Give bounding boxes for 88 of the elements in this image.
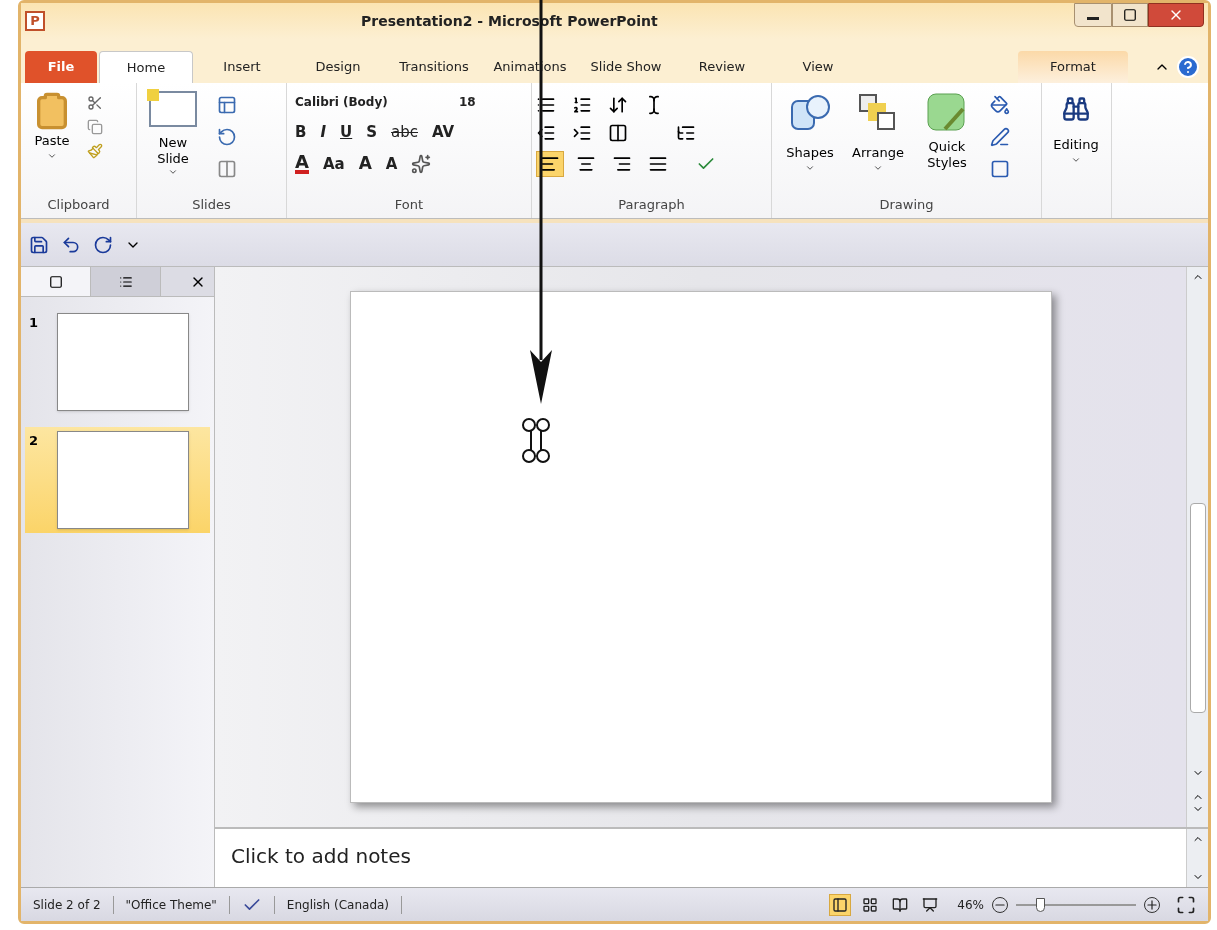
language-label[interactable]: English (Canada) [273,895,403,914]
font-format-button[interactable]: S [366,120,378,144]
align-text-icon[interactable] [676,123,696,143]
help-icon[interactable] [1176,55,1200,79]
font-format-button[interactable]: Aa [322,152,345,176]
save-icon[interactable] [29,234,49,255]
copy-icon[interactable] [87,119,103,135]
theme-name[interactable]: "Office Theme" [113,895,230,914]
group-label: Font [393,195,425,214]
notes-scrollbar[interactable] [1186,829,1208,887]
slide-number: 2 [29,432,40,450]
layout-icon[interactable] [217,95,237,115]
ribbon-tab[interactable]: Review [675,51,769,83]
vertical-scrollbar[interactable] [1186,267,1208,827]
align-icon [612,154,632,174]
minimize-button[interactable] [1074,3,1112,27]
editing-button[interactable]: Editing [1046,91,1106,195]
zoom-slider[interactable] [1016,897,1136,912]
minimize-icon [1087,16,1099,20]
app-icon[interactable]: P [25,11,45,31]
undo-icon[interactable] [61,234,81,255]
ribbon-tab[interactable]: View [771,51,865,83]
quick-styles-button[interactable]: Quick Styles [912,91,982,195]
align-icon [648,154,668,174]
bullets-icon[interactable] [536,95,556,115]
reset-icon[interactable] [217,127,237,147]
normal-view-icon[interactable] [829,893,852,916]
zoom-thumb[interactable] [1036,897,1045,912]
numbering-icon[interactable] [572,95,592,115]
font-format-button[interactable]: AV [432,120,455,144]
redo-icon[interactable] [93,234,113,255]
maximize-icon [1123,8,1137,22]
panel-tab[interactable] [21,267,91,296]
slide-number: 1 [29,314,40,332]
align-icon [576,154,596,174]
ribbon-tab[interactable]: Slide Show [579,51,673,83]
new-slide-button[interactable]: New Slide [141,91,205,195]
ribbon-tab[interactable]: Format [1018,51,1128,83]
slide-thumbnail-row[interactable]: 2 [25,427,210,533]
close-button[interactable] [1148,3,1204,27]
notes-field[interactable]: Click to add notes [215,829,1186,887]
view-icon [892,896,909,913]
shape-effects-icon[interactable] [990,159,1010,179]
slides-tab-icon [48,274,63,289]
columns-icon[interactable] [608,123,628,143]
arrange-button[interactable]: Arrange [844,91,912,195]
shape-fill-icon[interactable] [990,95,1010,115]
binoculars-icon [1062,95,1090,123]
font-format-button[interactable]: A [295,154,309,174]
ribbon-tab[interactable]: Home [99,51,193,83]
shapes-button[interactable]: Shapes [776,91,844,195]
decrease-indent-icon[interactable] [536,123,556,143]
group-label: Clipboard [46,195,111,214]
paste-button[interactable]: Paste [25,91,79,195]
ribbon-tab[interactable]: Insert [195,51,289,83]
font-format-button[interactable]: U [340,120,353,144]
font-size-dropdown[interactable]: 18 [455,91,505,113]
font-name-dropdown[interactable]: Calibri (Body) [291,91,451,113]
font-format-button[interactable]: A [358,151,372,177]
font-format-button[interactable]: B [295,120,307,144]
view-icon [832,896,849,913]
dropdown-caret-icon [168,167,178,177]
group-label: Paragraph [617,195,686,214]
cut-icon[interactable] [87,95,103,111]
zoom-percent[interactable]: 46% [957,895,984,914]
group-label: Slides [191,195,232,214]
fit-to-window-icon[interactable] [1176,894,1196,915]
align-icon [540,154,560,174]
shape-outline-icon[interactable] [990,127,1010,147]
font-format-button[interactable]: abc [391,120,418,144]
ribbon-tab[interactable]: Design [291,51,385,83]
ribbon-tab[interactable]: File [25,51,97,83]
panel-tab[interactable] [91,267,161,296]
outline-tab-icon [118,274,133,289]
font-format-button[interactable]: I [320,120,327,144]
line-spacing-icon[interactable] [608,95,628,115]
scroll-thumb[interactable] [1189,503,1206,713]
slide-thumbnail-row[interactable]: 1 [25,309,210,415]
cursor-icon [519,418,553,464]
view-icon [922,896,939,913]
group-label: Drawing [878,195,935,214]
slide-icon [149,91,197,127]
view-icon [862,896,879,913]
maximize-button[interactable] [1112,3,1148,27]
ribbon-tab[interactable]: Transitions [387,51,481,83]
slide-counter: Slide 2 of 2 [33,895,114,914]
increase-indent-icon[interactable] [572,123,592,143]
font-format-button[interactable]: A [385,152,398,176]
